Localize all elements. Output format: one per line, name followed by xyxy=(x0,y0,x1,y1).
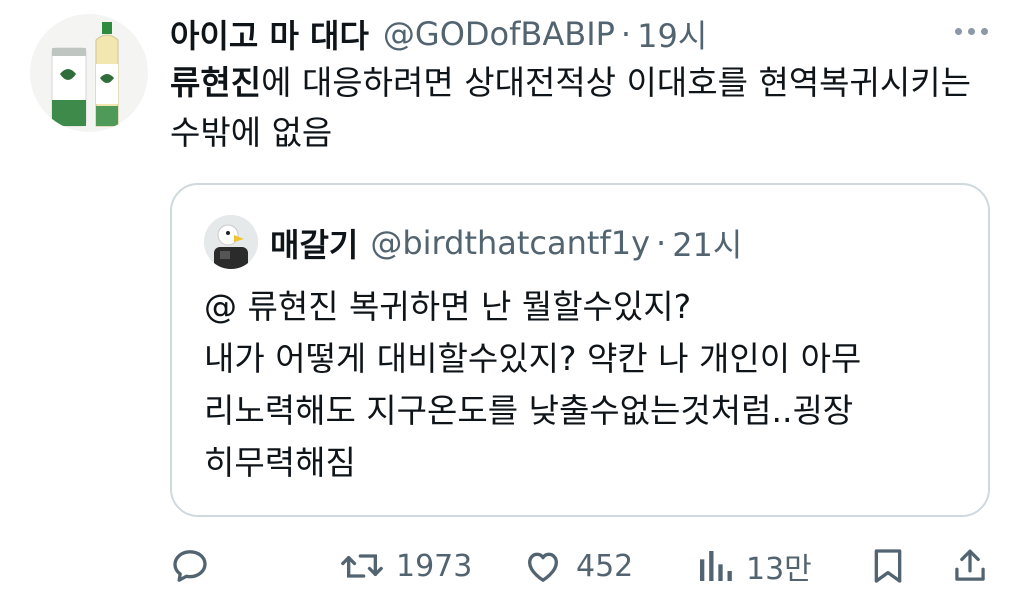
mention-highlight: 류현진 xyxy=(170,63,262,102)
tweet-text-rest: 에 대응하려면 상대전적상 이대호를 현역복귀시키는 수밖에 없음 xyxy=(170,63,971,152)
reply-button[interactable] xyxy=(170,538,210,594)
timestamp[interactable]: 19시 xyxy=(637,11,707,57)
quote-header: 매갈기 @birdthatcantf1y · 21시 xyxy=(270,219,742,267)
quote-separator-dot: · xyxy=(656,224,667,262)
retweet-count: 1973 xyxy=(396,548,473,584)
views-button[interactable]: 13만 xyxy=(696,538,812,594)
separator-dot: · xyxy=(620,15,632,53)
quote-user-handle[interactable]: @birdthatcantf1y xyxy=(370,224,650,262)
quote-text: @ 류현진 복귀하면 난 뭘할수있지? 내가 어떻게 대비할수있지? 약칸 나 … xyxy=(204,287,862,482)
tweet[interactable]: 아이고 마 대다 @GODofBABIP · 19시 류현진에 대응하려면 상대… xyxy=(0,0,1024,602)
display-name[interactable]: 아이고 마 대다 xyxy=(170,11,369,57)
quote-avatar-image xyxy=(204,215,258,269)
views-count: 13만 xyxy=(746,552,812,587)
user-handle[interactable]: @GODofBABIP xyxy=(383,15,615,53)
quote-display-name[interactable]: 매갈기 xyxy=(270,220,358,266)
bookmark-icon xyxy=(874,549,902,583)
tweet-header: 아이고 마 대다 @GODofBABIP · 19시 xyxy=(170,10,707,58)
avatar-image xyxy=(51,22,119,127)
bookmark-button[interactable] xyxy=(870,538,906,594)
heart-icon xyxy=(528,552,558,582)
tweet-text: 류현진에 대응하려면 상대전적상 이대호를 현역복귀시키는 수밖에 없음 xyxy=(170,58,1000,158)
share-icon xyxy=(955,549,985,581)
quote-timestamp[interactable]: 21시 xyxy=(672,220,742,266)
quoted-tweet[interactable]: 매갈기 @birdthatcantf1y · 21시 @ 류현진 복귀하면 난 … xyxy=(170,183,990,517)
avatar[interactable] xyxy=(30,14,148,132)
action-bar: 1973 452 13만 xyxy=(170,538,1000,594)
reply-icon xyxy=(173,550,207,582)
retweet-button[interactable]: 1973 xyxy=(340,538,472,594)
like-count: 452 xyxy=(576,548,634,584)
bar-chart-icon xyxy=(700,551,732,581)
quote-avatar[interactable] xyxy=(204,215,258,269)
share-button[interactable] xyxy=(952,538,988,594)
like-button[interactable]: 452 xyxy=(522,538,633,594)
more-options-icon[interactable] xyxy=(955,28,988,35)
retweet-icon xyxy=(341,554,383,578)
